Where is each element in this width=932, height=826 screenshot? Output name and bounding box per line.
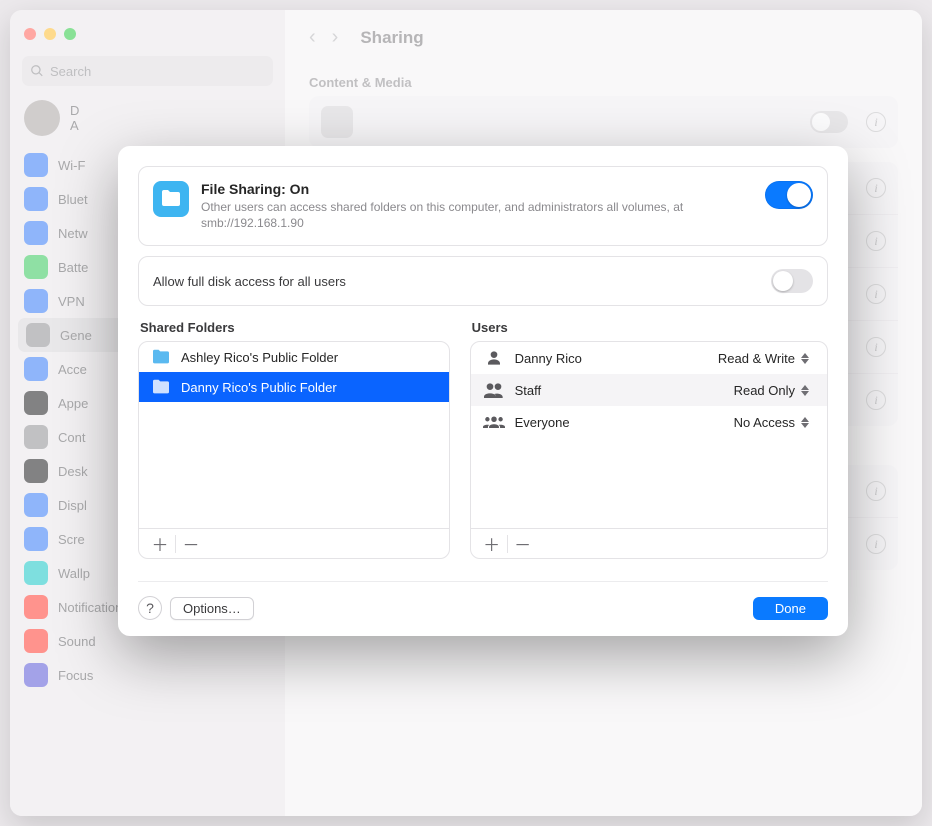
stepper-icon	[801, 413, 815, 431]
sidebar-item-label: Focus	[58, 668, 93, 683]
file-sharing-icon	[153, 181, 189, 217]
bg-row: i	[309, 96, 898, 148]
file-sharing-title: File Sharing: On	[201, 181, 753, 197]
user-name: Everyone	[515, 415, 724, 430]
sidebar-item[interactable]: Focus	[10, 658, 285, 692]
sidebar-item-icon	[24, 561, 48, 585]
file-sharing-description: Other users can access shared folders on…	[201, 199, 753, 231]
users-list[interactable]: Danny Rico Read & Write Staff Read Only …	[471, 342, 827, 528]
sidebar-item-label: Scre	[58, 532, 85, 547]
sidebar-item-icon	[24, 527, 48, 551]
remove-folder-button[interactable]: －	[178, 532, 204, 556]
permission-value: Read Only	[734, 383, 795, 398]
options-button[interactable]: Options…	[170, 597, 254, 620]
search-placeholder: Search	[50, 64, 91, 79]
sidebar-item-icon	[24, 459, 48, 483]
sidebar-item-icon	[24, 595, 48, 619]
user-row[interactable]: Staff Read Only	[471, 374, 827, 406]
info-icon[interactable]: i	[866, 481, 886, 501]
close-window-icon[interactable]	[24, 28, 36, 40]
shared-folder-name: Danny Rico's Public Folder	[181, 380, 337, 395]
stepper-icon	[801, 381, 815, 399]
sidebar-item-icon	[26, 323, 50, 347]
sidebar-item-label: Wallp	[58, 566, 90, 581]
sidebar-item-label: Sound	[58, 634, 96, 649]
sidebar-item-label: Batte	[58, 260, 88, 275]
user-row[interactable]: Danny Rico Read & Write	[471, 342, 827, 374]
remove-user-button[interactable]: －	[510, 532, 536, 556]
shared-folder-name: Ashley Rico's Public Folder	[181, 350, 338, 365]
search-icon	[30, 64, 44, 78]
sidebar-item-label: Appe	[58, 396, 88, 411]
sidebar-item-label: Gene	[60, 328, 92, 343]
sidebar-item-label: Displ	[58, 498, 87, 513]
sidebar-item-label: VPN	[58, 294, 85, 309]
back-icon[interactable]: ‹	[309, 26, 316, 49]
folder-icon	[151, 379, 171, 395]
user-name: Danny Rico	[515, 351, 708, 366]
permission-selector[interactable]: No Access	[734, 413, 815, 431]
user-name: Staff	[515, 383, 724, 398]
sidebar-item-icon	[24, 629, 48, 653]
permission-value: No Access	[734, 415, 795, 430]
shared-folder-row[interactable]: Ashley Rico's Public Folder	[139, 342, 449, 372]
shared-folder-row[interactable]: Danny Rico's Public Folder	[139, 372, 449, 402]
user-row[interactable]: Everyone No Access	[471, 406, 827, 438]
info-icon[interactable]: i	[866, 112, 886, 132]
users-header: Users	[470, 320, 828, 341]
shared-folders-header: Shared Folders	[138, 320, 450, 341]
user-icon	[483, 350, 505, 366]
info-icon[interactable]: i	[866, 231, 886, 251]
info-icon[interactable]: i	[866, 534, 886, 554]
full-disk-access-label: Allow full disk access for all users	[153, 274, 346, 289]
account-row[interactable]: DA	[10, 96, 285, 148]
sidebar-item-icon	[24, 255, 48, 279]
help-button[interactable]: ?	[138, 596, 162, 620]
file-sharing-sheet: File Sharing: On Other users can access …	[118, 146, 848, 636]
account-sub: A	[70, 118, 79, 133]
info-icon[interactable]: i	[866, 337, 886, 357]
toggle[interactable]	[810, 111, 848, 133]
add-folder-button[interactable]: ＋	[147, 532, 173, 556]
sidebar-item-icon	[24, 357, 48, 381]
user-icon	[483, 414, 505, 430]
sidebar-item-icon	[24, 153, 48, 177]
permission-selector[interactable]: Read & Write	[718, 349, 815, 367]
info-icon[interactable]: i	[866, 390, 886, 410]
sidebar-item-icon	[24, 289, 48, 313]
avatar	[24, 100, 60, 136]
info-icon[interactable]: i	[866, 178, 886, 198]
search-input[interactable]: Search	[22, 56, 273, 86]
permission-value: Read & Write	[718, 351, 795, 366]
sidebar-item-label: Cont	[58, 430, 85, 445]
sidebar-item-icon	[24, 221, 48, 245]
traffic-lights[interactable]	[10, 20, 285, 52]
info-icon[interactable]: i	[866, 284, 886, 304]
file-sharing-toggle[interactable]	[765, 181, 813, 209]
sidebar-item-label: Acce	[58, 362, 87, 377]
minimize-window-icon[interactable]	[44, 28, 56, 40]
sidebar-item-icon	[24, 663, 48, 687]
sidebar-item-label: Desk	[58, 464, 88, 479]
permission-selector[interactable]: Read Only	[734, 381, 815, 399]
add-user-button[interactable]: ＋	[479, 532, 505, 556]
sidebar-item-label: Wi-F	[58, 158, 85, 173]
maximize-window-icon[interactable]	[64, 28, 76, 40]
full-disk-access-toggle[interactable]	[771, 269, 813, 293]
shared-folders-list[interactable]: Ashley Rico's Public Folder Danny Rico's …	[139, 342, 449, 528]
done-button[interactable]: Done	[753, 597, 828, 620]
folder-icon	[151, 349, 171, 365]
sidebar-item-icon	[24, 493, 48, 517]
user-icon	[483, 382, 505, 398]
section-header: Content & Media	[309, 57, 898, 96]
sidebar-item-icon	[24, 187, 48, 211]
sidebar-item-icon	[24, 391, 48, 415]
sidebar-item-label: Bluet	[58, 192, 88, 207]
sidebar-item-label: Netw	[58, 226, 88, 241]
account-name: D	[70, 103, 79, 118]
stepper-icon	[801, 349, 815, 367]
page-title: Sharing	[360, 28, 423, 48]
forward-icon[interactable]: ›	[332, 26, 339, 49]
sidebar-item-icon	[24, 425, 48, 449]
